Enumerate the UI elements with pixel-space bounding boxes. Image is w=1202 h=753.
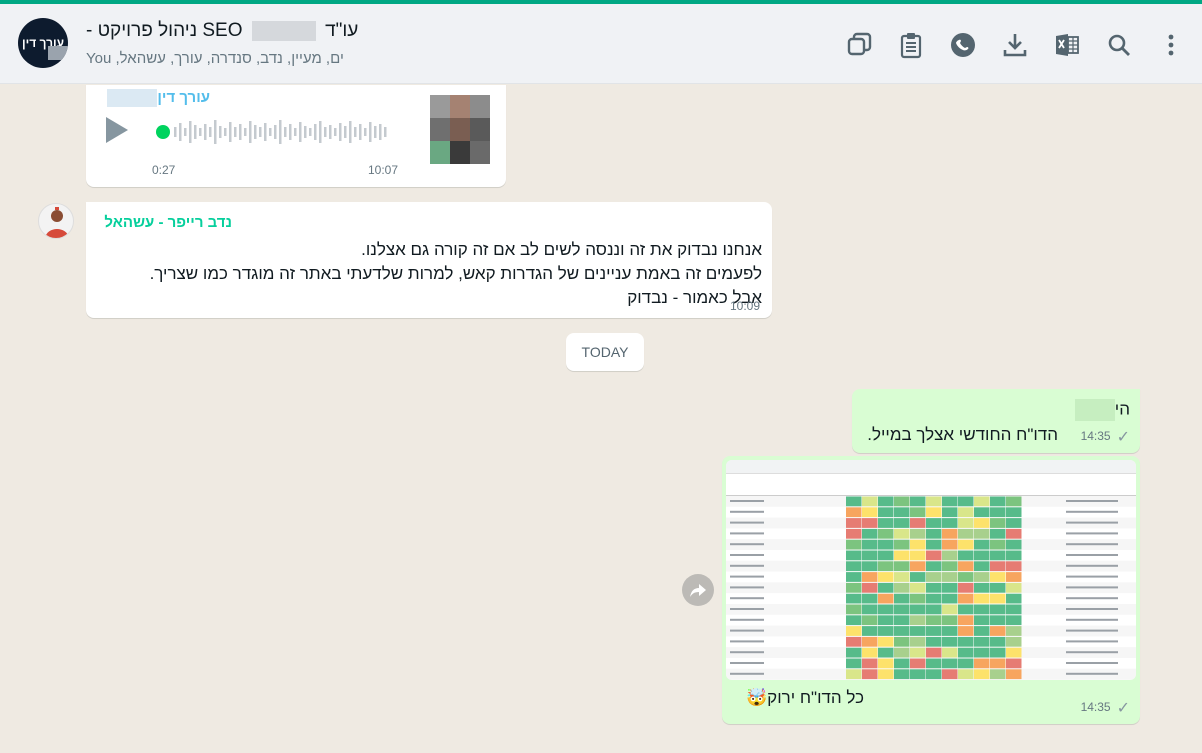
message-time: 14:35: [1080, 700, 1111, 715]
voice-duration: 0:27: [152, 163, 176, 177]
waveform[interactable]: [156, 115, 396, 149]
group-avatar[interactable]: עורך דין: [18, 18, 68, 68]
redacted-name: [107, 89, 158, 108]
voice-sender: עורך דין: [103, 89, 210, 108]
message-line: אנחנו נבדוק את זה וננסה לשים לב אם זה קו…: [361, 240, 762, 259]
message-text: הדו"ח החודשי אצלך במייל.: [867, 425, 1058, 444]
image-toolbar-strip: [726, 460, 1136, 474]
image-header-strip: [726, 474, 1136, 496]
menu-icon[interactable]: [1154, 28, 1188, 62]
message-text: אנחנו נבדוק את זה וננסה לשים לב אם זה קו…: [102, 238, 762, 310]
report-table-image: [726, 496, 1136, 680]
redacted-name: [251, 20, 316, 41]
group-title-suffix: - ניהול פרויקט SEO: [86, 20, 243, 41]
sent-check-icon: ✓: [1116, 700, 1130, 717]
voice-time: 10:07: [368, 163, 399, 177]
play-icon[interactable]: [104, 115, 130, 145]
message-status: 14:35 ✓: [1081, 698, 1130, 718]
sender-avatar-pixelated: [430, 95, 492, 167]
message-line: אבל כאמור - נבדוק: [627, 288, 762, 307]
chat-header[interactable]: עורך דין - ניהול פרויקט SEO עו"ד You ,ים…: [0, 4, 1202, 84]
excel-icon[interactable]: [1050, 28, 1084, 62]
search-icon[interactable]: [1102, 28, 1136, 62]
redacted-name: [1074, 399, 1115, 421]
message-sender: נדב רייפר - עשהאל: [104, 214, 232, 231]
header-actions: [824, 28, 1188, 62]
message-time: 10:09: [730, 299, 761, 313]
message-status: 14:35 ✓: [1081, 427, 1130, 447]
group-title-prefix: עו"ד: [325, 20, 359, 41]
sender-avatar[interactable]: [38, 203, 74, 239]
voice-message[interactable]: עורך דין 0:27 10:07: [86, 85, 506, 187]
whatsapp-icon[interactable]: [946, 28, 980, 62]
group-members[interactable]: You ,ים, מעיין, נדב, סנדרה, עורך, עשהאל: [86, 50, 344, 67]
new-chat-icon[interactable]: [842, 28, 876, 62]
date-divider: TODAY: [566, 333, 644, 371]
outgoing-image-message[interactable]: כל הדו"ח ירוק🤯 14:35 ✓: [722, 456, 1140, 724]
redacted-patch: [48, 46, 68, 60]
message-time: 14:35: [1080, 429, 1111, 444]
sent-check-icon: ✓: [1116, 429, 1130, 446]
clipboard-icon[interactable]: [894, 28, 928, 62]
group-title[interactable]: - ניהול פרויקט SEO עו"ד: [86, 20, 358, 42]
report-screenshot-image[interactable]: [726, 460, 1136, 680]
image-caption: כל הדו"ח ירוק🤯: [746, 688, 864, 707]
forward-icon[interactable]: [682, 574, 714, 606]
greeting: הי: [1114, 399, 1130, 419]
greeting-line: הי: [1071, 399, 1130, 421]
message-line: לפעמים זה באמת עניינים של הגדרות קאש, למ…: [149, 264, 762, 283]
voice-sender-name: עורך דין: [157, 89, 210, 106]
outgoing-message[interactable]: הי הדו"ח החודשי אצלך במייל. 14:35 ✓: [852, 389, 1140, 453]
incoming-message[interactable]: נדב רייפר - עשהאל אנחנו נבדוק את זה וננס…: [86, 202, 772, 318]
download-icon[interactable]: [998, 28, 1032, 62]
chat-area[interactable]: עורך דין 0:27 10:07 נדב רייפר - עשהאל אנ…: [0, 85, 1202, 753]
